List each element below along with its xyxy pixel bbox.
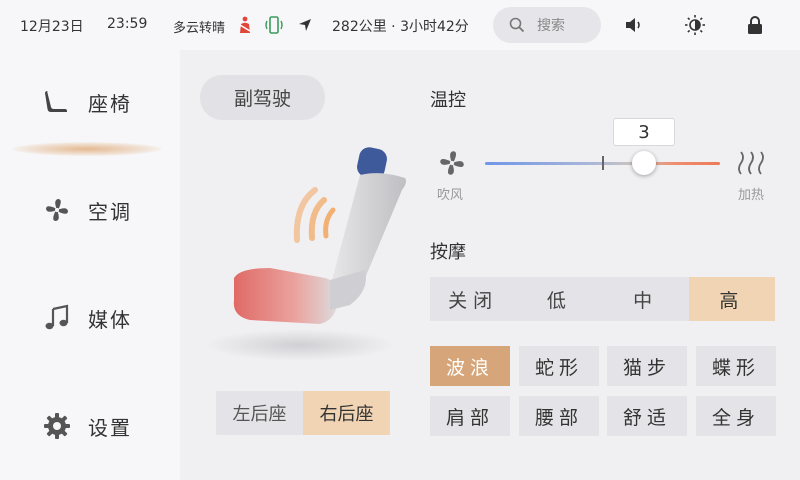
seatbelt-warning-icon <box>234 14 256 36</box>
search-box[interactable]: 搜索 <box>493 7 601 43</box>
volume-icon[interactable] <box>624 14 646 36</box>
massage-level-selector: 关闭 低 中 高 <box>430 277 775 321</box>
massage-mode-catwalk[interactable]: 猫步 <box>607 346 687 386</box>
massage-mode-fullbody[interactable]: 全身 <box>696 396 776 436</box>
seat-icon <box>42 87 72 117</box>
heat-label: 加热 <box>738 188 765 203</box>
weather-text: 多云转晴 <box>173 21 226 36</box>
rear-right-seat-button[interactable]: 右后座 <box>303 391 390 435</box>
search-placeholder: 搜索 <box>537 18 565 34</box>
massage-mode-snake[interactable]: 蛇形 <box>519 346 599 386</box>
massage-level-low[interactable]: 低 <box>516 277 602 321</box>
lock-icon[interactable] <box>744 14 766 36</box>
sidebar-item-media[interactable]: 媒体 <box>0 278 180 358</box>
gear-icon <box>42 411 72 441</box>
sidebar-item-settings[interactable]: 设置 <box>0 386 180 466</box>
temperature-slider-thumb[interactable] <box>632 151 656 175</box>
massage-title: 按摩 <box>430 242 466 263</box>
phone-signal-icon <box>263 14 285 36</box>
active-indicator <box>12 142 162 156</box>
seat-illustration <box>200 140 430 370</box>
sidebar-item-label: 设置 <box>88 415 132 440</box>
slider-center-tick <box>602 156 604 170</box>
massage-level-medium[interactable]: 中 <box>603 277 689 321</box>
massage-level-high[interactable]: 高 <box>688 277 775 321</box>
range-text: 282公里 · 3小时42分 <box>332 19 469 35</box>
heat-waves-icon <box>737 150 769 180</box>
massage-level-off[interactable]: 关闭 <box>430 277 516 321</box>
rear-left-seat-button[interactable]: 左后座 <box>216 391 303 435</box>
massage-mode-comfort[interactable]: 舒适 <box>607 396 687 436</box>
sidebar-item-label: 座椅 <box>88 91 132 116</box>
massage-mode-butterfly[interactable]: 蝶形 <box>696 346 776 386</box>
massage-mode-shoulder[interactable]: 肩部 <box>430 396 510 436</box>
massage-mode-wave[interactable]: 波浪 <box>430 346 510 386</box>
massage-mode-waist[interactable]: 腰部 <box>519 396 599 436</box>
brightness-icon[interactable] <box>684 14 706 36</box>
temperature-value-bubble: 3 <box>613 118 675 146</box>
status-bar: 12月23日 23:59 多云转晴 282公里 · 3小时42分 搜索 <box>0 0 800 50</box>
sidebar: 座椅 空调 媒体 设置 <box>0 50 180 480</box>
time-text: 23:59 <box>107 16 148 32</box>
sidebar-item-label: 空调 <box>88 199 132 224</box>
sidebar-item-seat[interactable]: 座椅 <box>0 62 180 142</box>
passenger-seat-button[interactable]: 副驾驶 <box>200 75 325 120</box>
climate-title: 温控 <box>430 90 466 111</box>
navigation-arrow-icon <box>294 14 316 36</box>
sidebar-item-climate[interactable]: 空调 <box>0 170 180 250</box>
rear-seat-selector: 左后座 右后座 <box>216 391 390 435</box>
fan-icon <box>42 195 72 225</box>
search-icon <box>509 17 525 33</box>
blow-label: 吹风 <box>437 188 464 203</box>
fan-icon <box>437 148 467 182</box>
sidebar-item-label: 媒体 <box>88 307 132 332</box>
date-text: 12月23日 <box>20 19 84 35</box>
music-note-icon <box>42 303 72 333</box>
